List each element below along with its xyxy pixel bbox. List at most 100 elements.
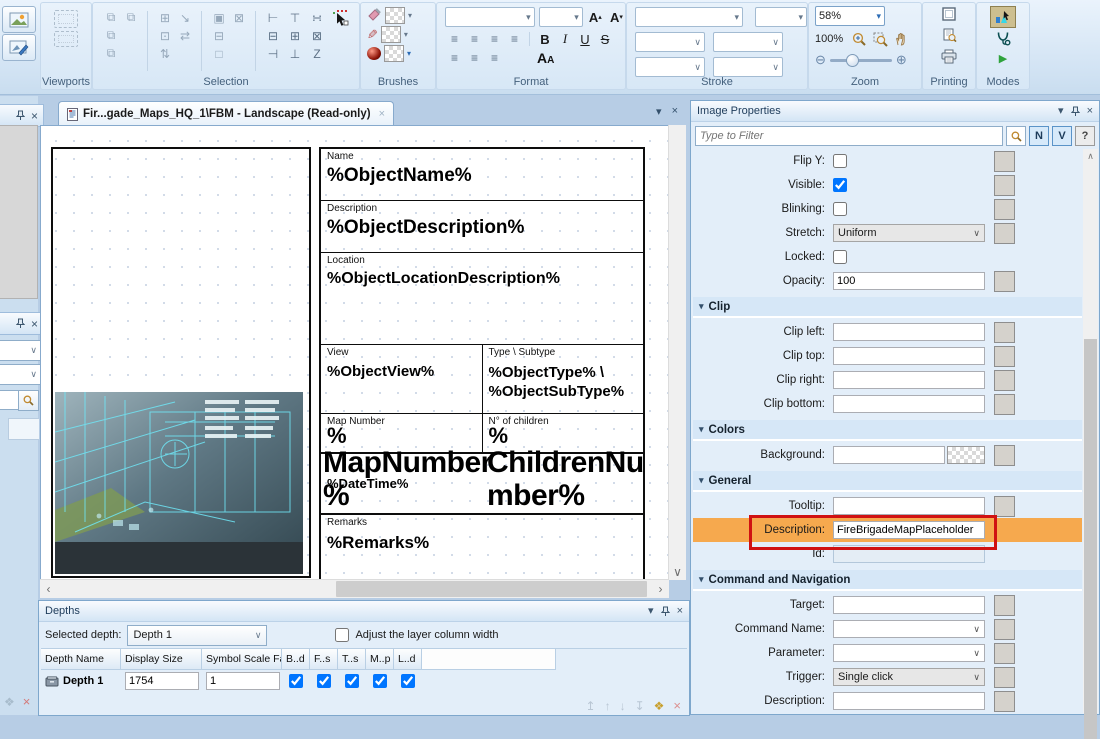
left-panel-combo-2[interactable]: ∨ [0, 364, 42, 385]
shadow-brush-dropdown-icon[interactable]: ▾ [407, 49, 411, 58]
tooltip-binding-button[interactable] [994, 496, 1015, 517]
selection-tool-button[interactable]: ⊞ [155, 9, 175, 26]
selection-tool-button[interactable]: ⧉ [121, 9, 141, 26]
tab-menu-icon[interactable]: ▾ [656, 105, 662, 118]
scroll-up-button[interactable]: ∧ [1083, 149, 1098, 164]
selected-depth-select[interactable]: Depth 1 ∨ [127, 625, 267, 646]
trigger-select[interactable]: Single click∨ [833, 668, 985, 686]
page-setup-icon[interactable] [941, 7, 957, 24]
pin-icon[interactable] [1071, 106, 1080, 117]
selection-tool-button[interactable]: ⊠ [229, 9, 249, 26]
selection-tool-button[interactable]: ⊟ [209, 27, 229, 44]
clip-top-binding-button[interactable] [994, 346, 1015, 367]
template-table[interactable]: Name %ObjectName% Description %ObjectDes… [319, 147, 645, 580]
center-horizontal-button[interactable]: ⊟ [263, 27, 283, 44]
depth-flag-checkbox-l[interactable] [401, 674, 415, 688]
align-text-left-button[interactable]: ≡ [445, 31, 463, 47]
depth-flag-checkbox-m[interactable] [373, 674, 387, 688]
stroke-arrow-select[interactable]: ∨ [713, 57, 783, 77]
left-panel-action-icon[interactable]: ❖ [4, 695, 15, 709]
target-binding-button[interactable] [994, 595, 1015, 616]
target-input[interactable] [833, 596, 985, 614]
nav-description-binding-button[interactable] [994, 691, 1015, 712]
tab-close-icon[interactable]: × [379, 108, 385, 120]
depth-flag-checkbox-b[interactable] [289, 674, 303, 688]
selection-tool-button[interactable]: ↘ [175, 9, 195, 26]
column-header-symbol-scale-factor[interactable]: Symbol Scale Facto [202, 649, 282, 670]
canvas-horizontal-scrollbar[interactable]: ‹ › [40, 579, 669, 598]
add-depth-icon[interactable]: ❖ [654, 699, 665, 713]
align-left-button[interactable]: ⊢ [263, 9, 283, 26]
template-datetime-row[interactable]: %DateTime% MapNumber % ChildrenNu mber% [321, 454, 643, 515]
horizontal-scroll-thumb[interactable] [336, 581, 647, 597]
image-tool-button-2[interactable] [2, 34, 36, 61]
same-size-button[interactable]: ∺ [307, 9, 327, 26]
move-depth-bottom-icon[interactable]: ↧ [635, 699, 645, 713]
filter-n-button[interactable]: N [1029, 126, 1049, 146]
zoom-slider[interactable] [830, 59, 892, 62]
display-size-input[interactable] [125, 672, 199, 690]
tooltip-input[interactable] [833, 497, 985, 515]
fill-brush-dropdown-icon[interactable]: ▾ [408, 11, 412, 20]
filter-v-button[interactable]: V [1052, 126, 1072, 146]
scroll-right-button[interactable]: › [652, 580, 669, 598]
canvas-vertical-scrollbar[interactable]: ∨ [668, 125, 686, 580]
pan-hand-icon[interactable] [892, 31, 910, 47]
command-navigation-section-header[interactable]: ▾ Command and Navigation [693, 570, 1082, 591]
visible-binding-button[interactable] [994, 175, 1015, 196]
panel-menu-icon[interactable]: ▾ [1058, 106, 1064, 117]
column-header-display-size[interactable]: Display Size [121, 649, 202, 670]
zoom-in-tool-icon[interactable] [850, 31, 868, 47]
underline-button[interactable]: U [576, 31, 594, 47]
depth-flag-checkbox-f[interactable] [317, 674, 331, 688]
visible-checkbox[interactable] [833, 178, 847, 192]
opacity-input[interactable] [833, 272, 985, 290]
locked-checkbox[interactable] [833, 250, 847, 264]
clip-bottom-input[interactable] [833, 395, 985, 413]
print-preview-icon[interactable] [941, 28, 957, 45]
command-name-binding-button[interactable] [994, 619, 1015, 640]
distribute-button[interactable]: ⊠ [307, 27, 327, 44]
left-panel-search-button[interactable] [18, 390, 39, 411]
design-surface[interactable]: Name %ObjectName% Description %ObjectDes… [40, 125, 686, 580]
stroke-join-select[interactable]: ∨ [713, 32, 783, 52]
depth-table-row[interactable]: Depth 1 [41, 670, 687, 692]
left-panel-close-action-icon[interactable]: × [23, 694, 31, 709]
selection-tool-button[interactable]: ⧉ [101, 27, 121, 44]
trigger-binding-button[interactable] [994, 667, 1015, 688]
flip-y-checkbox[interactable] [833, 154, 847, 168]
font-family-select[interactable]: ▾ [445, 7, 535, 27]
depth-flag-checkbox-t[interactable] [345, 674, 359, 688]
template-name-row[interactable]: Name %ObjectName% [321, 149, 643, 201]
adjust-layer-width-checkbox[interactable] [335, 628, 349, 642]
align-right-button[interactable]: ⊣ [263, 45, 283, 62]
opacity-binding-button[interactable] [994, 271, 1015, 292]
stroke-dash-select[interactable]: ∨ [635, 57, 705, 77]
template-description-row[interactable]: Description %ObjectDescription% [321, 201, 643, 253]
pin-icon[interactable] [661, 606, 670, 617]
close-icon[interactable]: × [677, 606, 683, 617]
column-header-t[interactable]: T..s [338, 649, 366, 670]
diagnostics-mode-button[interactable] [996, 31, 1011, 49]
clip-top-input[interactable] [833, 347, 985, 365]
left-panel-combo-1[interactable]: ∨ [0, 340, 42, 361]
clip-left-binding-button[interactable] [994, 322, 1015, 343]
colors-section-header[interactable]: ▾ Colors [693, 420, 1082, 441]
selection-tool-button[interactable]: ⊡ [155, 27, 175, 44]
print-icon[interactable] [940, 49, 958, 67]
background-input[interactable] [833, 446, 945, 464]
font-size-select[interactable]: ▾ [539, 7, 583, 27]
document-tab[interactable]: Fir...gade_Maps_HQ_1\FBM - Landscape (Re… [58, 101, 394, 126]
align-top-button[interactable]: ⊤ [285, 9, 305, 26]
stroke-cap-select[interactable]: ∨ [635, 32, 705, 52]
background-binding-button[interactable] [994, 445, 1015, 466]
clip-right-binding-button[interactable] [994, 370, 1015, 391]
selection-tool-button[interactable]: ⇄ [175, 27, 195, 44]
pen-brush-icon[interactable]: ✎ [367, 27, 378, 43]
run-mode-button[interactable]: ▶ [999, 52, 1007, 65]
filter-help-button[interactable]: ? [1075, 126, 1095, 146]
filter-input[interactable] [695, 126, 1003, 146]
properties-vertical-scrollbar[interactable]: ∧ [1083, 149, 1098, 713]
zoom-selection-tool-icon[interactable] [871, 31, 889, 47]
pointer-select-button[interactable] [331, 9, 351, 26]
